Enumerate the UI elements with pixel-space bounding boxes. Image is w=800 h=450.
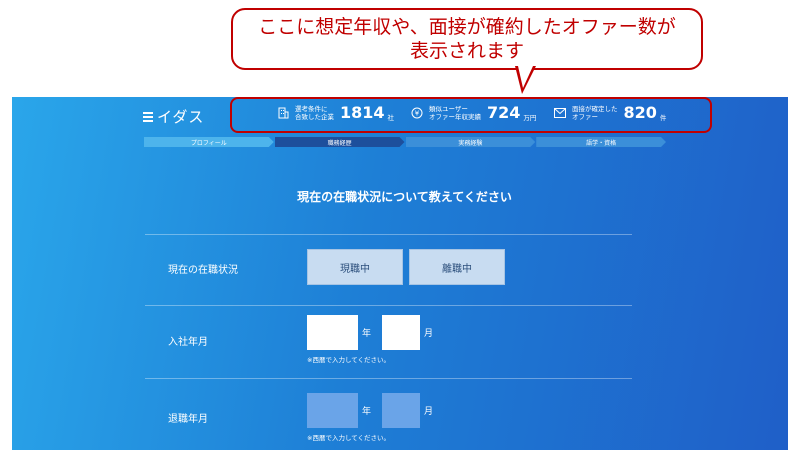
stat-unit: 件: [659, 113, 667, 122]
month-unit: 月: [424, 407, 434, 417]
menu-lines-icon: [143, 111, 153, 122]
option-currently-employed[interactable]: 現職中: [307, 249, 403, 285]
step-experience[interactable]: 実務経験: [406, 137, 536, 147]
progress-steps: プロフィール 職務経歴 実務経験 語学・資格: [144, 137, 667, 147]
join-date-label: 入社年月: [168, 337, 208, 348]
stat-label: 面接が確定した オファー: [572, 104, 618, 121]
stat-value: 820: [623, 103, 657, 122]
callout-tail-inner: [518, 66, 533, 88]
year-unit: 年: [362, 407, 372, 417]
step-profile[interactable]: プロフィール: [144, 137, 274, 147]
leave-month-input[interactable]: [382, 393, 420, 428]
header: イダス 選考条件に 合致した企業 1814 社 ¥ 類似ユーザー オファー年収実…: [12, 97, 788, 137]
step-work-history[interactable]: 職務経歴: [275, 137, 405, 147]
divider: [145, 378, 632, 379]
stat-label: 類似ユーザー オファー年収実績: [429, 104, 481, 121]
join-month-input[interactable]: [382, 315, 420, 350]
callout-line-2: 表示されます: [409, 40, 524, 62]
stat-matched-companies: 選考条件に 合致した企業 1814 社: [276, 103, 394, 122]
logo-text: イダス: [157, 108, 205, 126]
stat-unit: 社: [387, 113, 395, 122]
stat-label: 選考条件に 合致した企業: [295, 104, 334, 121]
stat-value: 1814: [340, 103, 385, 122]
form-question: 現在の在職状況について教えてください: [297, 190, 512, 204]
employment-status-label: 現在の在職状況: [168, 265, 238, 276]
stat-confirmed-offers: 面接が確定した オファー 820 件: [553, 103, 666, 122]
callout-line-1: ここに想定年収や、面接が確約したオファー数が: [258, 16, 676, 38]
leave-year-input[interactable]: [307, 393, 358, 428]
step-language-qualifications[interactable]: 語学・資格: [536, 137, 666, 147]
app-window: イダス 選考条件に 合致した企業 1814 社 ¥ 類似ユーザー オファー年収実…: [12, 97, 788, 450]
month-unit: 月: [424, 329, 434, 339]
stat-value: 724: [487, 103, 521, 122]
yen-icon: ¥: [410, 106, 424, 120]
leave-date-note: ※西暦で入力してください。: [307, 434, 391, 442]
leave-date-label: 退職年月: [168, 414, 208, 425]
divider: [145, 234, 632, 235]
join-year-input[interactable]: [307, 315, 358, 350]
building-icon: [276, 106, 290, 120]
year-unit: 年: [362, 329, 372, 339]
stat-unit: 万円: [523, 113, 537, 122]
svg-text:¥: ¥: [415, 109, 420, 117]
divider: [145, 305, 632, 306]
option-not-employed[interactable]: 離職中: [409, 249, 505, 285]
stat-offer-salary: ¥ 類似ユーザー オファー年収実績 724 万円: [410, 103, 536, 122]
annotation-callout: ここに想定年収や、面接が確約したオファー数が 表示されます: [231, 8, 703, 70]
logo[interactable]: イダス: [143, 106, 204, 127]
join-date-note: ※西暦で入力してください。: [307, 356, 391, 364]
mail-icon: [553, 106, 567, 120]
